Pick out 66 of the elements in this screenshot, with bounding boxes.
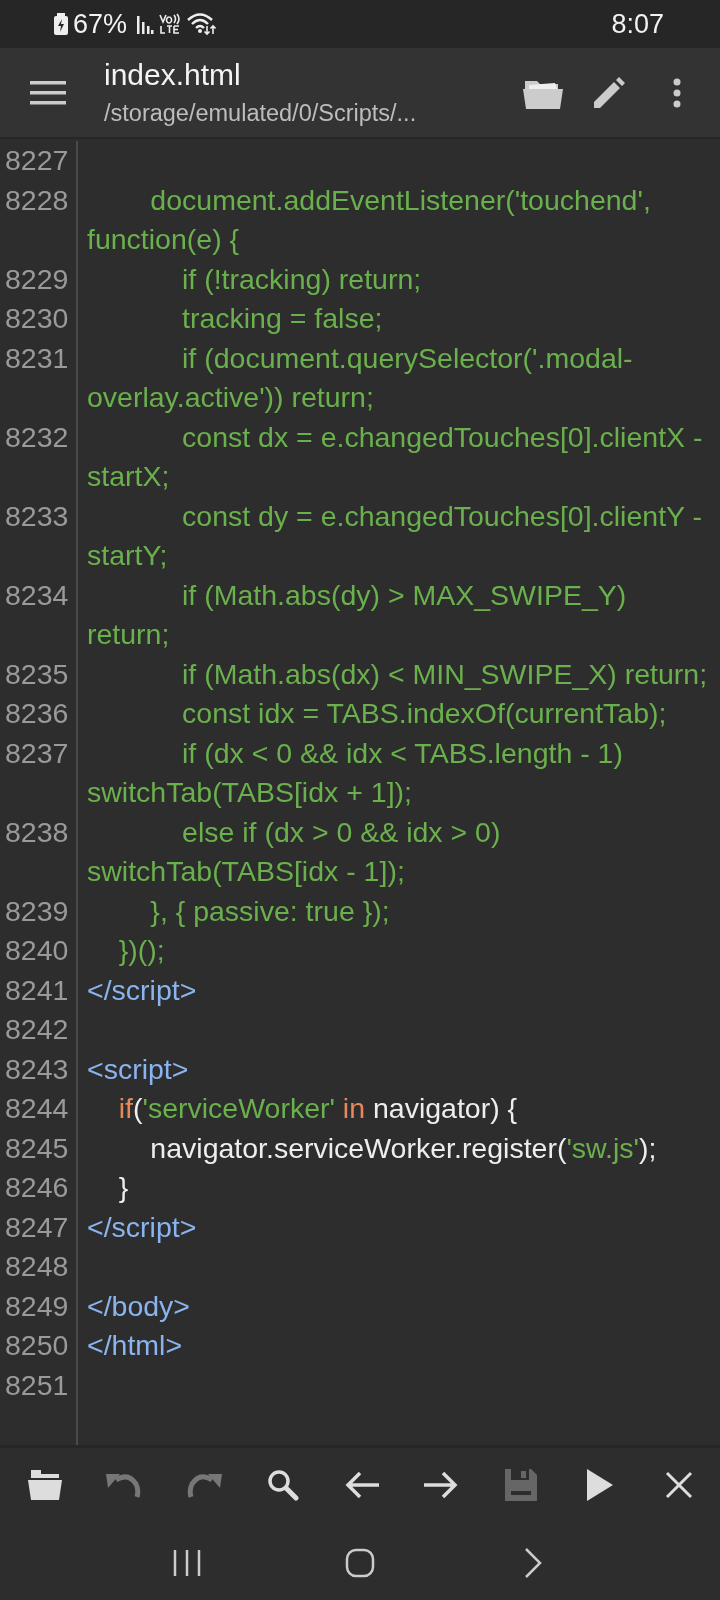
- line-number: 8242: [0, 1010, 78, 1050]
- pencil-icon: [592, 75, 626, 110]
- code-line: })();: [117, 933, 166, 968]
- code-line: if (dx < 0 && idx < TABS.length - 1) switchTab(TABS[idx + 1]);: [87, 735, 624, 810]
- line-number: 8228: [0, 180, 78, 260]
- code-line: const idx = TABS.indexOf(currentTab);: [181, 696, 668, 731]
- play-icon: [586, 1468, 613, 1501]
- code-line: else if (dx > 0 && idx > 0) switchTab(TABS[idx - 1]);: [87, 814, 502, 889]
- home-icon: [345, 1547, 375, 1578]
- code-line: navigator.serviceWorker.register('sw.js');: [149, 1130, 658, 1166]
- line-number: 8240: [0, 931, 78, 971]
- chevron-icon: [524, 1547, 543, 1578]
- save-icon: [504, 1468, 537, 1501]
- line-number: 8247: [0, 1207, 78, 1247]
- recents-icon: [172, 1548, 201, 1577]
- line-number: 8227: [0, 141, 78, 181]
- file-title: index.html: [104, 58, 242, 92]
- line-number: 8246: [0, 1168, 78, 1208]
- line-number: 8235: [0, 654, 78, 694]
- code-line: const dy = e.changedTouches[0].clientY - startY;: [87, 498, 703, 573]
- volte-icon: [159, 13, 182, 35]
- code-line: if (document.querySelector('.modal-overlay.active')) return;: [87, 340, 634, 415]
- line-number: 8243: [0, 1049, 78, 1089]
- menu-icon: [30, 80, 66, 105]
- line-number: 8237: [0, 733, 78, 813]
- line-number: 8230: [0, 299, 78, 339]
- clock-time: 8:07: [611, 8, 664, 40]
- more-icon: [672, 77, 682, 108]
- line-number: 8238: [0, 812, 78, 892]
- code-line: <script>: [87, 1051, 190, 1087]
- line-number: 8251: [0, 1365, 78, 1405]
- code-line: if (Math.abs(dx) < MIN_SWIPE_X) return;: [181, 656, 709, 692]
- wifi-icon: [186, 12, 217, 36]
- line-number: 8229: [0, 259, 78, 299]
- code-line: tracking = false;: [181, 301, 384, 336]
- code-line: if (Math.abs(dy) > MAX_SWIPE_Y) return;: [87, 577, 628, 652]
- line-number: 8234: [0, 575, 78, 655]
- line-number: 8233: [0, 496, 78, 576]
- line-number: 8250: [0, 1326, 78, 1366]
- line-number: 8249: [0, 1286, 78, 1326]
- code-line: const dx = e.changedTouches[0].clientX - startX;: [87, 419, 704, 494]
- line-number: 8231: [0, 338, 78, 418]
- code-line: }, { passive: true });: [149, 893, 391, 929]
- line-number: 8248: [0, 1247, 78, 1287]
- line-number: 8244: [0, 1089, 78, 1129]
- code-line: </html>: [87, 1328, 184, 1363]
- right-arrow-icon: [424, 1470, 459, 1499]
- code-line: if('serviceWorker' in navigator) {: [117, 1091, 519, 1126]
- line-number: 8239: [0, 891, 78, 931]
- line-number: 8245: [0, 1128, 78, 1168]
- line-number: 8236: [0, 694, 78, 734]
- folder-icon: [28, 1469, 62, 1500]
- code-line: </script>: [87, 972, 198, 1008]
- code-line: </body>: [87, 1288, 191, 1324]
- signal-icon: [136, 14, 155, 34]
- battery-percent: 67%: [73, 8, 128, 40]
- battery-icon: [54, 13, 68, 35]
- left-arrow-icon: [345, 1470, 379, 1499]
- code-line: }: [117, 1170, 130, 1205]
- file-path: /storage/emulated/0/Scripts/...: [104, 100, 418, 127]
- line-number: 8241: [0, 970, 78, 1010]
- search-icon: [266, 1468, 299, 1501]
- close-icon: [665, 1470, 693, 1499]
- line-number: 8232: [0, 417, 78, 497]
- code-line: if (!tracking) return;: [181, 261, 423, 297]
- code-line: </script>: [87, 1209, 198, 1245]
